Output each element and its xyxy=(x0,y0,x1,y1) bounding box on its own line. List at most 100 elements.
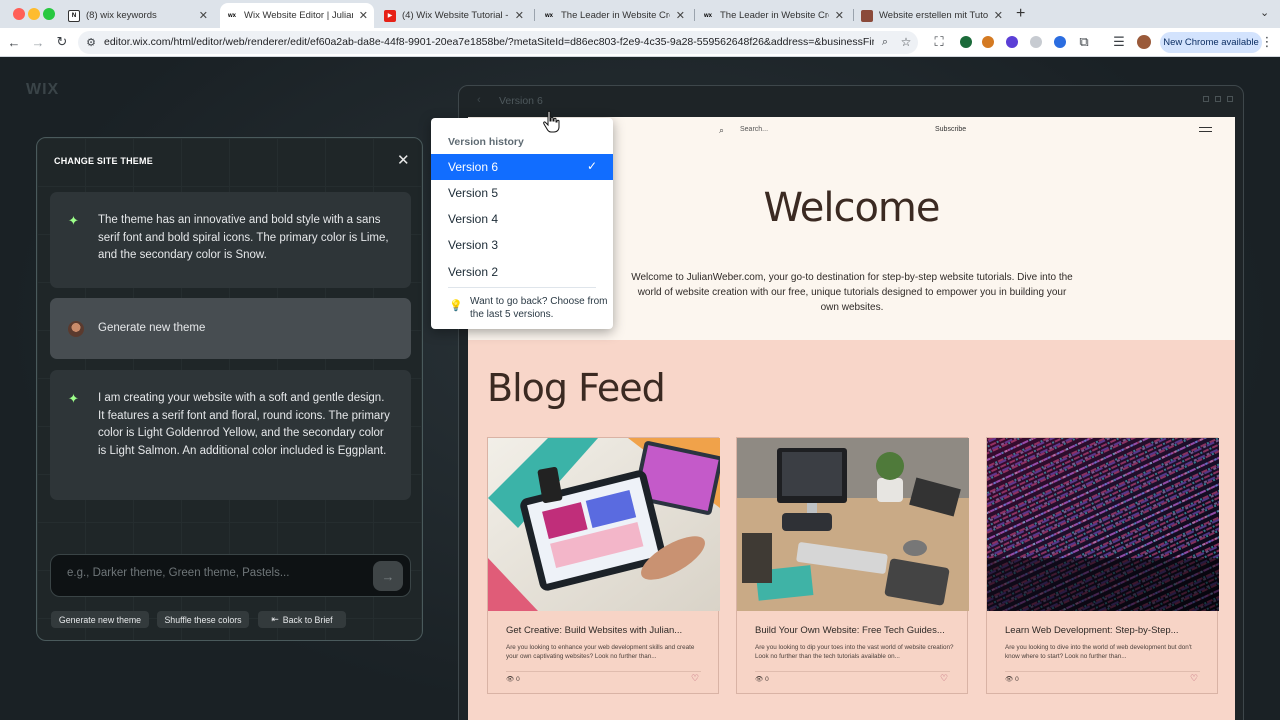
close-tab-icon[interactable]: ✕ xyxy=(835,9,844,22)
theme-prompt-input[interactable] xyxy=(67,567,367,579)
minimize-window-icon[interactable] xyxy=(28,8,40,20)
extension-icon[interactable] xyxy=(1030,36,1042,48)
tab-separator xyxy=(853,9,854,21)
version-selector[interactable]: Version 6 xyxy=(499,95,543,107)
youtube-icon: ▶ xyxy=(384,9,396,22)
blog-post-card[interactable]: Learn Web Development: Step-by-Step... A… xyxy=(986,437,1219,694)
zoom-window-icon[interactable] xyxy=(43,8,55,20)
card-divider xyxy=(1005,671,1200,672)
generate-new-theme-button[interactable]: Generate new theme xyxy=(51,611,149,628)
forward-icon[interactable]: → xyxy=(29,33,47,51)
zoom-icon[interactable]: ⌕ xyxy=(876,33,894,51)
post-image-desk xyxy=(737,438,969,611)
tab-label: Wix Website Editor | JulianWe xyxy=(244,10,353,21)
window-control-icon[interactable] xyxy=(1203,96,1209,102)
tab-label: Website erstellen mit Tutorial xyxy=(879,10,988,21)
post-image-tablet xyxy=(488,438,720,611)
close-tab-icon[interactable]: ✕ xyxy=(994,9,1003,22)
post-title[interactable]: Learn Web Development: Step-by-Step... xyxy=(1005,625,1205,636)
tab-search-chevron-icon[interactable]: ⌄ xyxy=(1260,6,1269,19)
reading-list-icon[interactable]: ☰ xyxy=(1110,33,1128,51)
browser-tab[interactable]: wx The Leader in Website Creatio ✕ xyxy=(537,3,691,28)
browser-tab[interactable]: N (8) wix keywords ✕ xyxy=(62,3,214,28)
close-tab-icon[interactable]: ✕ xyxy=(359,9,368,22)
extensions-puzzle-icon[interactable]: ⧉ xyxy=(1075,33,1093,51)
wix-icon: wx xyxy=(543,9,555,22)
views-count: 👁 0 xyxy=(755,675,769,683)
back-icon[interactable]: ← xyxy=(5,33,23,51)
tab-label: (4) Wix Website Tutorial - You xyxy=(402,10,509,21)
browser-tab[interactable]: Website erstellen mit Tutorial ✕ xyxy=(855,3,1009,28)
new-tab-icon[interactable]: + xyxy=(1016,5,1025,23)
reload-icon[interactable]: ↻ xyxy=(53,33,71,51)
bookmark-star-icon[interactable]: ☆ xyxy=(897,33,915,51)
version-option[interactable]: Version 2 xyxy=(431,259,613,285)
window-control-icon[interactable] xyxy=(1227,96,1233,102)
heart-icon[interactable]: ♡ xyxy=(1190,673,1198,684)
screenshot-icon[interactable]: ⛶ xyxy=(930,33,948,51)
editor-canvas: WIX CHANGE SITE THEME ✕ ✦ The theme has … xyxy=(0,57,1280,720)
post-title[interactable]: Build Your Own Website: Free Tech Guides… xyxy=(755,625,955,636)
tab-label: (8) wix keywords xyxy=(86,10,157,21)
message-text: The theme has an innovative and bold sty… xyxy=(98,214,389,262)
close-tab-icon[interactable]: ✕ xyxy=(515,9,524,22)
extension-icon[interactable] xyxy=(982,36,994,48)
more-menu-icon[interactable]: ⋮ xyxy=(1258,33,1276,51)
close-window-icon[interactable] xyxy=(13,8,25,20)
window-control-icon[interactable] xyxy=(1215,96,1221,102)
version-history-heading: Version history xyxy=(448,136,524,148)
browser-tab[interactable]: ▶ (4) Wix Website Tutorial - You ✕ xyxy=(378,3,530,28)
browser-tab-strip: N (8) wix keywords ✕ wx Wix Website Edit… xyxy=(0,0,1280,28)
browser-tab-active[interactable]: wx Wix Website Editor | JulianWe ✕ xyxy=(220,3,374,28)
sparkle-icon: ✦ xyxy=(68,213,79,228)
heart-icon[interactable]: ♡ xyxy=(691,673,699,684)
shuffle-colors-button[interactable]: Shuffle these colors xyxy=(157,611,249,628)
new-chrome-available-button[interactable]: New Chrome available xyxy=(1160,32,1262,53)
version-option[interactable]: Version 3 xyxy=(431,232,613,258)
back-arrow-icon: ⇤ xyxy=(271,614,279,624)
blog-post-card[interactable]: Get Creative: Build Websites with Julian… xyxy=(487,437,720,694)
views-count: 👁 0 xyxy=(506,675,520,683)
views-value: 0 xyxy=(516,676,520,683)
notion-icon: N xyxy=(68,9,80,22)
close-tab-icon[interactable]: ✕ xyxy=(676,9,685,22)
site-icon xyxy=(861,9,873,22)
version-label: Version 6 xyxy=(448,160,499,174)
version-label: Version 2 xyxy=(448,265,499,279)
tab-separator xyxy=(534,9,535,21)
chevron-left-icon[interactable]: ‹ xyxy=(477,94,481,106)
profile-avatar[interactable] xyxy=(1137,35,1151,49)
subscribe-link[interactable]: Subscribe xyxy=(935,126,966,133)
lightbulb-icon: 💡 xyxy=(449,300,463,312)
extension-icon[interactable] xyxy=(1006,36,1018,48)
close-icon[interactable]: ✕ xyxy=(397,153,410,168)
extension-icon[interactable] xyxy=(960,36,972,48)
version-option-selected[interactable]: Version 6 ✓ xyxy=(431,154,613,180)
back-to-brief-button[interactable]: ⇤ Back to Brief xyxy=(258,611,346,628)
search-icon[interactable]: ⌕ xyxy=(719,125,724,136)
address-bar[interactable]: ⚙ editor.wix.com/html/editor/web/rendere… xyxy=(78,31,918,54)
hamburger-menu-icon[interactable] xyxy=(1199,127,1212,132)
hand-cursor-icon xyxy=(543,110,560,133)
message-text: Generate new theme xyxy=(98,322,206,334)
tab-label: The Leader in Website Creatio xyxy=(720,10,829,21)
url-text: editor.wix.com/html/editor/web/renderer/… xyxy=(104,36,874,48)
blog-post-card[interactable]: Build Your Own Website: Free Tech Guides… xyxy=(736,437,969,694)
change-site-theme-panel: CHANGE SITE THEME ✕ ✦ The theme has an i… xyxy=(36,137,423,641)
browser-tab[interactable]: wx The Leader in Website Creatio ✕ xyxy=(696,3,850,28)
eye-icon: 👁 xyxy=(1005,676,1016,683)
version-option[interactable]: Version 4 xyxy=(431,206,613,232)
site-search-input[interactable]: Search... xyxy=(740,126,768,133)
post-title[interactable]: Get Creative: Build Websites with Julian… xyxy=(506,625,706,636)
theme-prompt-box: → xyxy=(50,554,411,597)
heart-icon[interactable]: ♡ xyxy=(940,673,948,684)
blog-title: Blog Feed xyxy=(487,366,666,410)
close-tab-icon[interactable]: ✕ xyxy=(199,9,208,22)
views-value: 0 xyxy=(1015,676,1019,683)
checkmark-icon: ✓ xyxy=(586,159,597,173)
post-excerpt: Are you looking to enhance your web deve… xyxy=(506,644,695,661)
send-arrow-icon[interactable]: → xyxy=(373,561,403,591)
extension-icon[interactable] xyxy=(1054,36,1066,48)
site-settings-icon[interactable]: ⚙ xyxy=(82,33,100,51)
version-option[interactable]: Version 5 xyxy=(431,180,613,206)
